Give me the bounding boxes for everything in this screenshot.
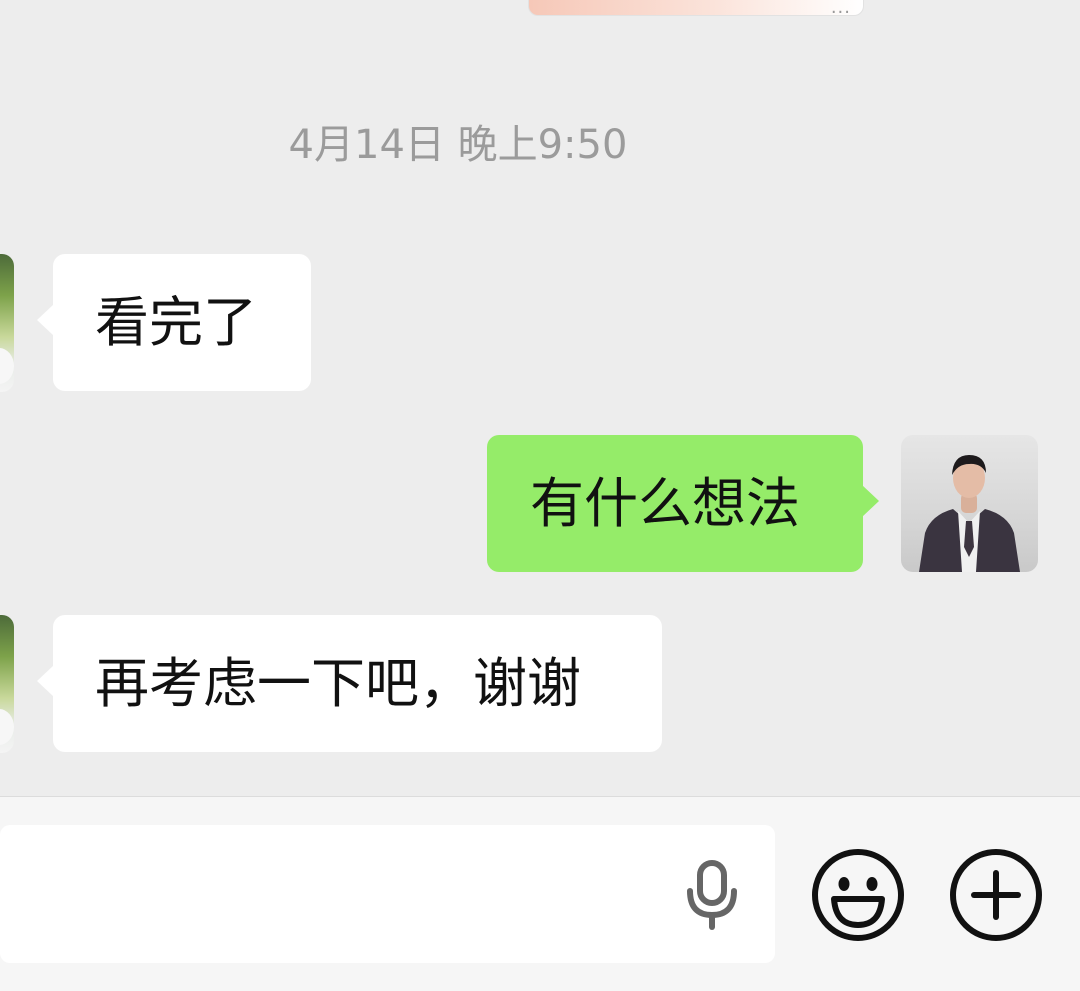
previous-message-card[interactable]: ...: [528, 0, 864, 18]
received-message-bubble[interactable]: 再考虑一下吧，谢谢: [37, 615, 662, 752]
received-message-bubble[interactable]: 看完了: [37, 254, 311, 391]
contact-avatar-detail: [0, 348, 14, 384]
contact-avatar[interactable]: [0, 254, 14, 392]
message-text: 有什么想法: [530, 472, 800, 535]
person-in-suit-icon: [919, 455, 1020, 572]
message-input[interactable]: [0, 825, 775, 963]
bubble-tail: [862, 485, 879, 517]
previous-card-more-indicator: ...: [830, 0, 851, 18]
bubble-tail: [37, 304, 54, 336]
chat-input-bar: [0, 796, 1080, 991]
microphone-icon[interactable]: [680, 859, 744, 931]
smiley-face-icon: [812, 849, 904, 941]
message-text: 看完了: [95, 291, 257, 354]
message-text: 再考虑一下吧，谢谢: [95, 652, 581, 715]
my-avatar[interactable]: [901, 435, 1038, 572]
plus-circle-icon: [950, 849, 1042, 941]
bubble-tail: [37, 665, 54, 697]
contact-avatar-detail: [0, 709, 14, 745]
sent-message-bubble[interactable]: 有什么想法: [487, 435, 879, 572]
chat-message-area[interactable]: ... 4月14日 晚上9:50 看完了 有什么想法 再考虑一下吧，谢谢: [0, 0, 1080, 796]
contact-avatar[interactable]: [0, 615, 14, 753]
message-timestamp: 4月14日 晚上9:50: [288, 122, 628, 168]
emoji-button[interactable]: [810, 847, 906, 943]
more-options-button[interactable]: [948, 847, 1044, 943]
